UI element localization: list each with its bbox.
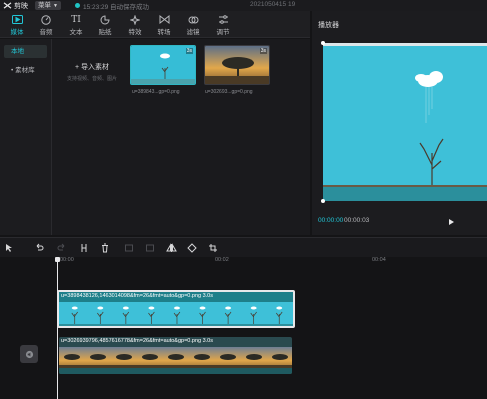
mirror-icon bbox=[165, 243, 177, 252]
menu-button-label: 菜单 bbox=[38, 2, 51, 9]
tab-media[interactable]: 媒体 bbox=[4, 14, 30, 36]
duration-badge: 3s bbox=[185, 48, 193, 54]
tab-text[interactable]: TI 文本 bbox=[63, 14, 89, 37]
tab-text-label: 文本 bbox=[69, 29, 83, 36]
video-clip-selected[interactable]: u=3898438126,1463014098&fm=26&fmt=auto&g… bbox=[57, 290, 295, 328]
mirror-button[interactable] bbox=[165, 242, 177, 254]
media-item[interactable]: 3s bbox=[204, 45, 270, 85]
tick-label: 00:04 bbox=[372, 257, 386, 263]
freeze-icon bbox=[125, 244, 133, 252]
tab-filter[interactable]: 滤镜 bbox=[180, 14, 206, 36]
material-toolbar: 媒体 音频 TI 文本 贴纸 特效 转场 滤镜 调节 bbox=[0, 11, 310, 38]
player-panel: 播放器 00:00:00 00:00:03 bbox=[312, 11, 487, 235]
effects-icon bbox=[130, 14, 140, 25]
media-item-name: u=302693...gp=0.png bbox=[205, 89, 253, 95]
sticker-icon bbox=[100, 14, 110, 25]
timeline-area[interactable]: 00:00 00:02 00:04 u=3898438126,146301409… bbox=[0, 257, 487, 399]
media-item-name: u=389843...gp=0.png bbox=[132, 89, 180, 95]
split-icon bbox=[81, 244, 87, 252]
duration-badge: 3s bbox=[259, 48, 267, 54]
chevron-down-icon: ▼ bbox=[53, 3, 58, 9]
trash-icon bbox=[102, 243, 108, 253]
undo-button[interactable] bbox=[33, 242, 45, 254]
select-tool-button[interactable] bbox=[3, 242, 15, 254]
current-time: 00:00:00 bbox=[318, 217, 344, 224]
tick-label: 00:00 bbox=[60, 257, 74, 263]
rotate-button[interactable] bbox=[186, 242, 198, 254]
total-time: 00:00:03 bbox=[344, 217, 370, 224]
menu-button[interactable]: 菜单 ▼ bbox=[35, 1, 61, 10]
tab-effects-label: 特效 bbox=[128, 29, 142, 36]
delete-button[interactable] bbox=[99, 242, 111, 254]
tick-label: 00:02 bbox=[215, 257, 229, 263]
tab-audio-label: 音频 bbox=[39, 29, 53, 36]
cursor-icon bbox=[6, 244, 12, 252]
media-panel: + 导入素材 支持视频、音频、图片 3s u=389843...gp=0.png bbox=[52, 39, 310, 235]
rotate-icon bbox=[187, 243, 197, 253]
clip-frames bbox=[59, 347, 292, 374]
play-icon bbox=[449, 219, 454, 225]
playhead[interactable] bbox=[57, 257, 58, 399]
media-sidebar: 本地 • 素材库 bbox=[0, 39, 52, 235]
filter-icon bbox=[188, 14, 199, 25]
player-title: 播放器 bbox=[318, 22, 339, 29]
app-window: 剪映 菜单 ▼ 15:23:29 自动保存成功 2021050415 19 媒体 … bbox=[0, 0, 487, 399]
redo-button[interactable] bbox=[56, 242, 68, 254]
sidebar-item-local[interactable]: 本地 bbox=[4, 45, 47, 58]
saved-dot-icon bbox=[74, 3, 80, 8]
tab-transition[interactable]: 转场 bbox=[151, 14, 177, 36]
clip-frames bbox=[59, 302, 293, 326]
app-name: 剪映 bbox=[14, 2, 28, 10]
import-hint: 支持视频、音频、图片 bbox=[66, 76, 117, 82]
import-label: + 导入素材 bbox=[74, 64, 110, 71]
clip-filmstrip-image bbox=[59, 347, 292, 374]
tab-adjust-label: 调节 bbox=[216, 29, 230, 36]
tab-audio[interactable]: 音频 bbox=[33, 14, 59, 36]
tab-adjust[interactable]: 调节 bbox=[210, 14, 236, 36]
save-status-text: 15:23:29 自动保存成功 bbox=[82, 3, 150, 11]
resize-handle[interactable] bbox=[321, 199, 325, 203]
redo-icon bbox=[57, 243, 65, 251]
text-icon: TI bbox=[71, 14, 81, 25]
play-button[interactable] bbox=[446, 214, 456, 225]
tab-effects[interactable]: 特效 bbox=[122, 14, 148, 36]
media-icon bbox=[11, 14, 23, 25]
split-button[interactable] bbox=[78, 242, 90, 254]
crop-icon bbox=[209, 244, 217, 252]
tab-sticker-label: 贴纸 bbox=[98, 29, 112, 36]
save-status: 15:23:29 自动保存成功 bbox=[74, 1, 150, 11]
adjust-icon bbox=[218, 14, 229, 25]
speaker-icon bbox=[25, 350, 33, 358]
tab-filter-label: 滤镜 bbox=[186, 29, 200, 36]
track-mute-button[interactable] bbox=[20, 345, 38, 363]
media-item[interactable]: 3s bbox=[130, 45, 196, 85]
tab-media-label: 媒体 bbox=[10, 29, 24, 36]
clip-caption: u=3898438126,1463014098&fm=26&fmt=auto&g… bbox=[61, 293, 213, 299]
sidebar-item-library[interactable]: • 素材库 bbox=[4, 64, 47, 77]
resize-handle[interactable] bbox=[321, 41, 325, 45]
crop-button[interactable] bbox=[207, 242, 219, 254]
time-ruler[interactable]: 00:00 00:02 00:04 bbox=[0, 257, 487, 269]
timeline-toolbar bbox=[0, 237, 487, 257]
draft-title: 2021050415 19 bbox=[250, 1, 296, 8]
app-logo: 剪映 bbox=[3, 1, 28, 11]
preview-canvas[interactable] bbox=[321, 41, 487, 203]
clip-filmstrip-image bbox=[59, 302, 293, 326]
audio-icon bbox=[41, 14, 51, 25]
clip-caption: u=3026939796,4857616778&fm=26&fmt=auto&g… bbox=[61, 338, 213, 344]
playhead-handle[interactable] bbox=[55, 257, 60, 262]
preview-image bbox=[323, 43, 487, 201]
title-bar: 剪映 菜单 ▼ 15:23:29 自动保存成功 2021050415 19 bbox=[0, 0, 487, 11]
tab-transition-label: 转场 bbox=[157, 29, 171, 36]
capcut-logo-icon bbox=[3, 2, 12, 9]
undo-icon bbox=[36, 243, 44, 251]
import-button[interactable]: + 导入素材 支持视频、音频、图片 bbox=[64, 62, 120, 82]
reverse-button[interactable] bbox=[144, 242, 156, 254]
freeze-button[interactable] bbox=[123, 242, 135, 254]
reverse-icon bbox=[146, 244, 154, 252]
video-clip[interactable]: u=3026939796,4857616778&fm=26&fmt=auto&g… bbox=[59, 337, 292, 374]
transition-icon bbox=[159, 14, 170, 25]
tab-sticker[interactable]: 贴纸 bbox=[92, 14, 118, 36]
